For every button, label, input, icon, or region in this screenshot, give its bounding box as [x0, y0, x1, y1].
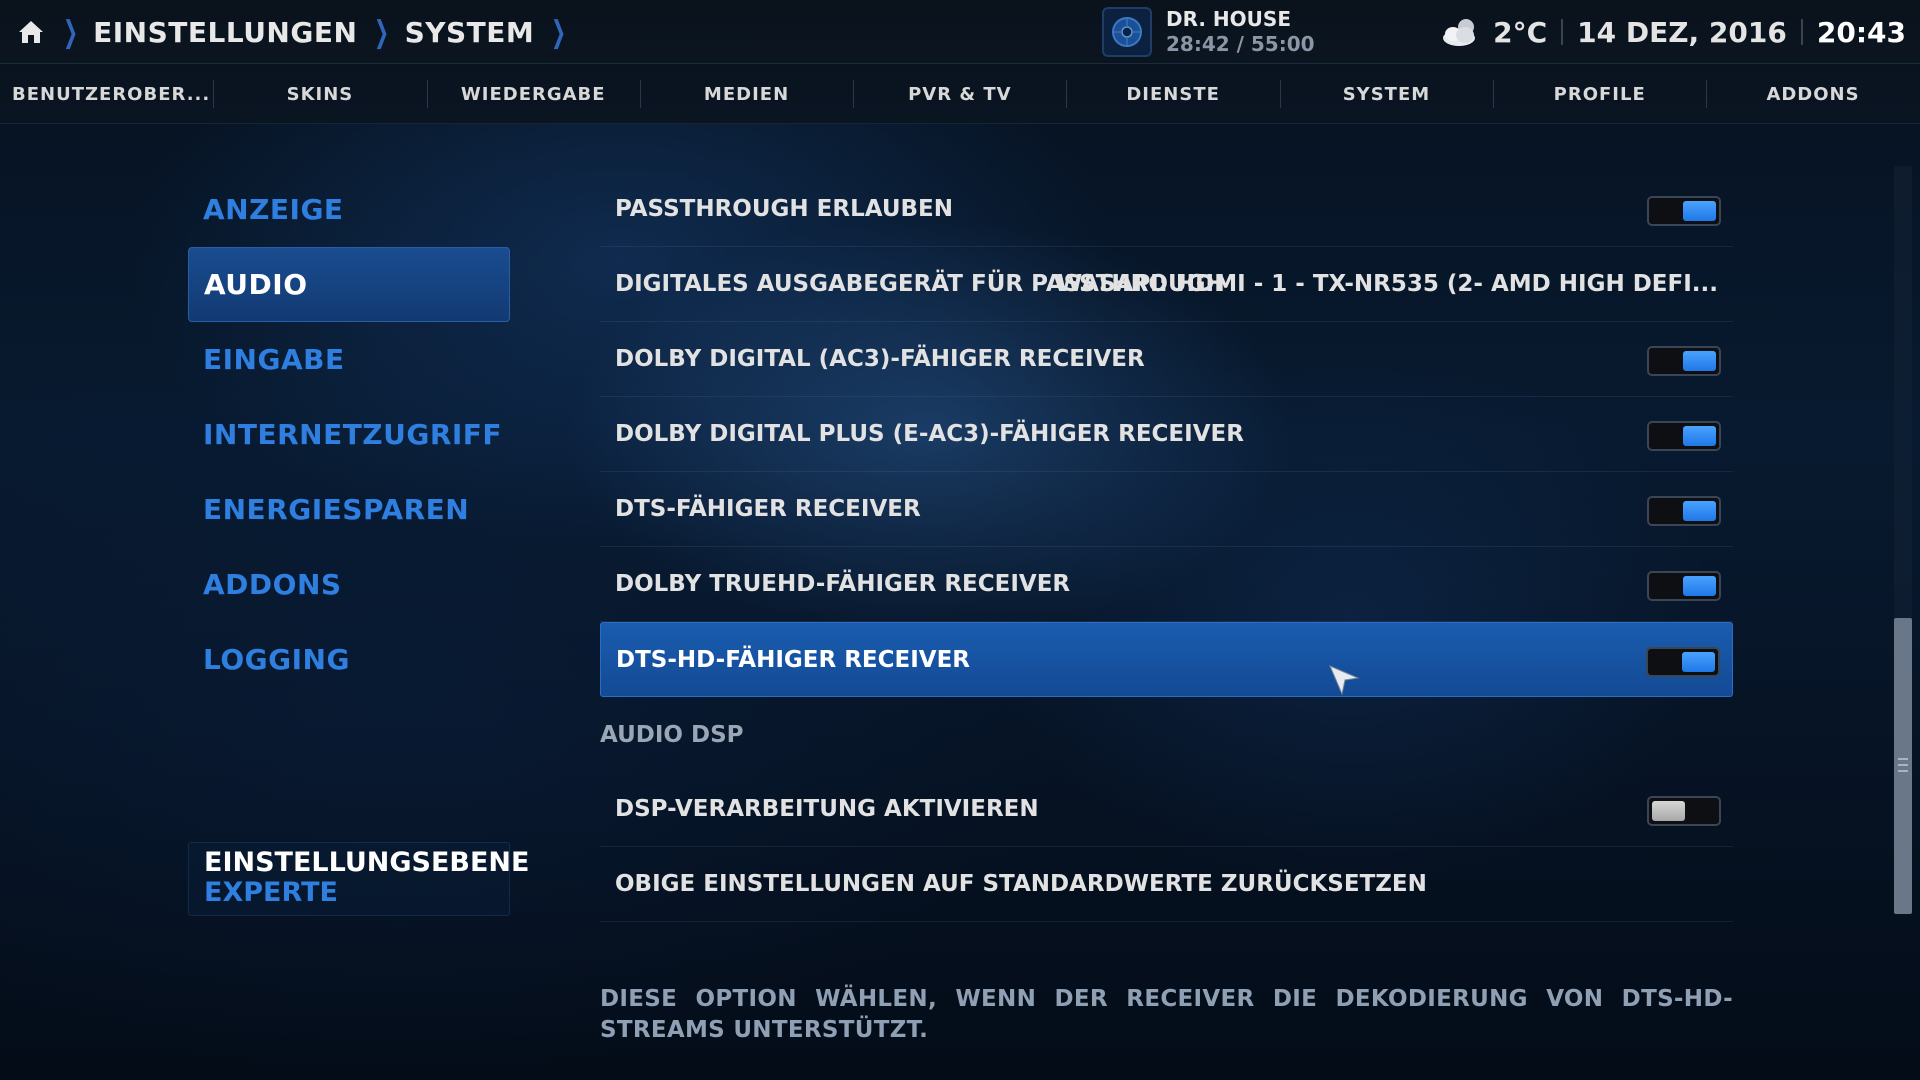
- chevron-right-icon: ❯: [551, 14, 567, 50]
- setting-reset-defaults[interactable]: OBIGE EINSTELLUNGEN AUF STANDARDWERTE ZU…: [600, 847, 1733, 922]
- home-icon[interactable]: [16, 17, 46, 47]
- breadcrumb: ❯ EINSTELLUNGEN ❯ SYSTEM ❯: [16, 0, 581, 64]
- toggle-switch[interactable]: [1647, 421, 1721, 451]
- now-playing-time: 28:42 / 55:00: [1166, 32, 1315, 56]
- settings-list: PASSTHROUGH ERLAUBEN DIGITALES AUSGABEGE…: [600, 172, 1733, 922]
- toggle-switch[interactable]: [1647, 196, 1721, 226]
- tab-benutzeroberflaeche[interactable]: BENUTZEROBER...: [0, 64, 213, 124]
- breadcrumb-item[interactable]: EINSTELLUNGEN: [93, 16, 357, 49]
- tab-pvr-tv[interactable]: PVR & TV: [853, 64, 1066, 124]
- setting-label: DOLBY DIGITAL (AC3)-FÄHIGER RECEIVER: [615, 346, 1145, 372]
- settings-level-value: EXPERTE: [204, 877, 338, 908]
- grip-line: [1898, 764, 1908, 766]
- setting-passthrough-device[interactable]: DIGITALES AUSGABEGERÄT FÜR PASSTHROUGH W…: [600, 247, 1733, 322]
- setting-dts-receiver[interactable]: DTS-FÄHIGER RECEIVER: [600, 472, 1733, 547]
- divider: [1561, 19, 1564, 45]
- setting-dtshd-receiver[interactable]: DTS-HD-FÄHIGER RECEIVER: [600, 622, 1733, 697]
- media-disc-icon: [1112, 17, 1142, 47]
- section-heading-audio-dsp: AUDIO DSP: [600, 721, 744, 748]
- category-anzeige[interactable]: ANZEIGE: [188, 172, 510, 247]
- tab-addons[interactable]: ADDONS: [1706, 64, 1919, 124]
- now-playing[interactable]: DR. HOUSE 28:42 / 55:00: [1102, 6, 1315, 58]
- setting-value: WASAPI: HDMI - 1 - TX-NR535 (2- AMD HIGH…: [1056, 271, 1718, 297]
- setting-label: DOLBY DIGITAL PLUS (E-AC3)-FÄHIGER RECEI…: [615, 421, 1244, 447]
- scrollbar[interactable]: [1894, 166, 1912, 914]
- category-addons[interactable]: ADDONS: [188, 547, 510, 622]
- mouse-pointer-icon: [1329, 665, 1360, 696]
- toggle-switch[interactable]: [1647, 796, 1721, 826]
- tab-profile[interactable]: PROFILE: [1493, 64, 1706, 124]
- cloud-sun-icon: [1443, 19, 1476, 46]
- category-energiesparen[interactable]: ENERGIESPAREN: [188, 472, 510, 547]
- category-audio[interactable]: AUDIO: [188, 247, 510, 322]
- grip-line: [1898, 770, 1908, 772]
- tab-medien[interactable]: MEDIEN: [639, 64, 853, 124]
- category-internetzugriff[interactable]: INTERNETZUGRIFF: [188, 397, 510, 472]
- toggle-switch[interactable]: [1647, 496, 1721, 526]
- grip-line: [1898, 758, 1908, 760]
- temperature: 2°C: [1493, 15, 1548, 49]
- settings-level-title: EINSTELLUNGSEBENE: [204, 847, 530, 878]
- breadcrumb-item[interactable]: SYSTEM: [405, 16, 535, 49]
- setting-ac3-receiver[interactable]: DOLBY DIGITAL (AC3)-FÄHIGER RECEIVER: [600, 322, 1733, 397]
- setting-passthrough[interactable]: PASSTHROUGH ERLAUBEN: [600, 172, 1733, 247]
- top-bar: ❯ EINSTELLUNGEN ❯ SYSTEM ❯ DR. HOUSE 28:…: [0, 0, 1920, 64]
- chevron-right-icon: ❯: [374, 14, 390, 50]
- setting-label: DSP-VERARBEITUNG AKTIVIEREN: [615, 796, 1039, 822]
- scrollbar-thumb[interactable]: [1894, 618, 1912, 914]
- settings-level-button[interactable]: EINSTELLUNGSEBENE EXPERTE: [188, 842, 530, 916]
- tab-skins[interactable]: SKINS: [213, 64, 426, 124]
- section-tabs: BENUTZEROBER... SKINS WIEDERGABE MEDIEN …: [0, 64, 1920, 124]
- tab-system[interactable]: SYSTEM: [1279, 64, 1493, 124]
- setting-label: PASSTHROUGH ERLAUBEN: [615, 196, 953, 222]
- setting-truehd-receiver[interactable]: DOLBY TRUEHD-FÄHIGER RECEIVER: [600, 547, 1733, 622]
- chevron-right-icon: ❯: [63, 14, 79, 50]
- tab-dienste[interactable]: DIENSTE: [1066, 64, 1279, 124]
- tab-wiedergabe[interactable]: WIEDERGABE: [426, 64, 640, 124]
- category-logging[interactable]: LOGGING: [188, 622, 510, 697]
- status-area: 2°C 14 DEZ, 2016 20:43: [1439, 0, 1906, 64]
- date: 14 DEZ, 2016: [1577, 15, 1787, 49]
- category-menu: ANZEIGE AUDIO EINGABE INTERNETZUGRIFF EN…: [188, 172, 510, 697]
- toggle-switch[interactable]: [1647, 571, 1721, 601]
- setting-label: OBIGE EINSTELLUNGEN AUF STANDARDWERTE ZU…: [615, 871, 1427, 897]
- divider: [1800, 19, 1803, 45]
- now-playing-thumbnail: [1102, 7, 1152, 57]
- toggle-switch[interactable]: [1646, 647, 1720, 677]
- setting-description: DIESE OPTION WÄHLEN, WENN DER RECEIVER D…: [600, 986, 1733, 1043]
- setting-label: DOLBY TRUEHD-FÄHIGER RECEIVER: [615, 571, 1071, 597]
- category-eingabe[interactable]: EINGABE: [188, 322, 510, 397]
- setting-label: DTS-FÄHIGER RECEIVER: [615, 496, 921, 522]
- setting-dsp-enable[interactable]: DSP-VERARBEITUNG AKTIVIEREN: [600, 772, 1733, 847]
- setting-eac3-receiver[interactable]: DOLBY DIGITAL PLUS (E-AC3)-FÄHIGER RECEI…: [600, 397, 1733, 472]
- toggle-switch[interactable]: [1647, 346, 1721, 376]
- setting-label: DTS-HD-FÄHIGER RECEIVER: [616, 646, 970, 673]
- now-playing-title: DR. HOUSE: [1166, 7, 1291, 31]
- clock: 20:43: [1816, 15, 1906, 49]
